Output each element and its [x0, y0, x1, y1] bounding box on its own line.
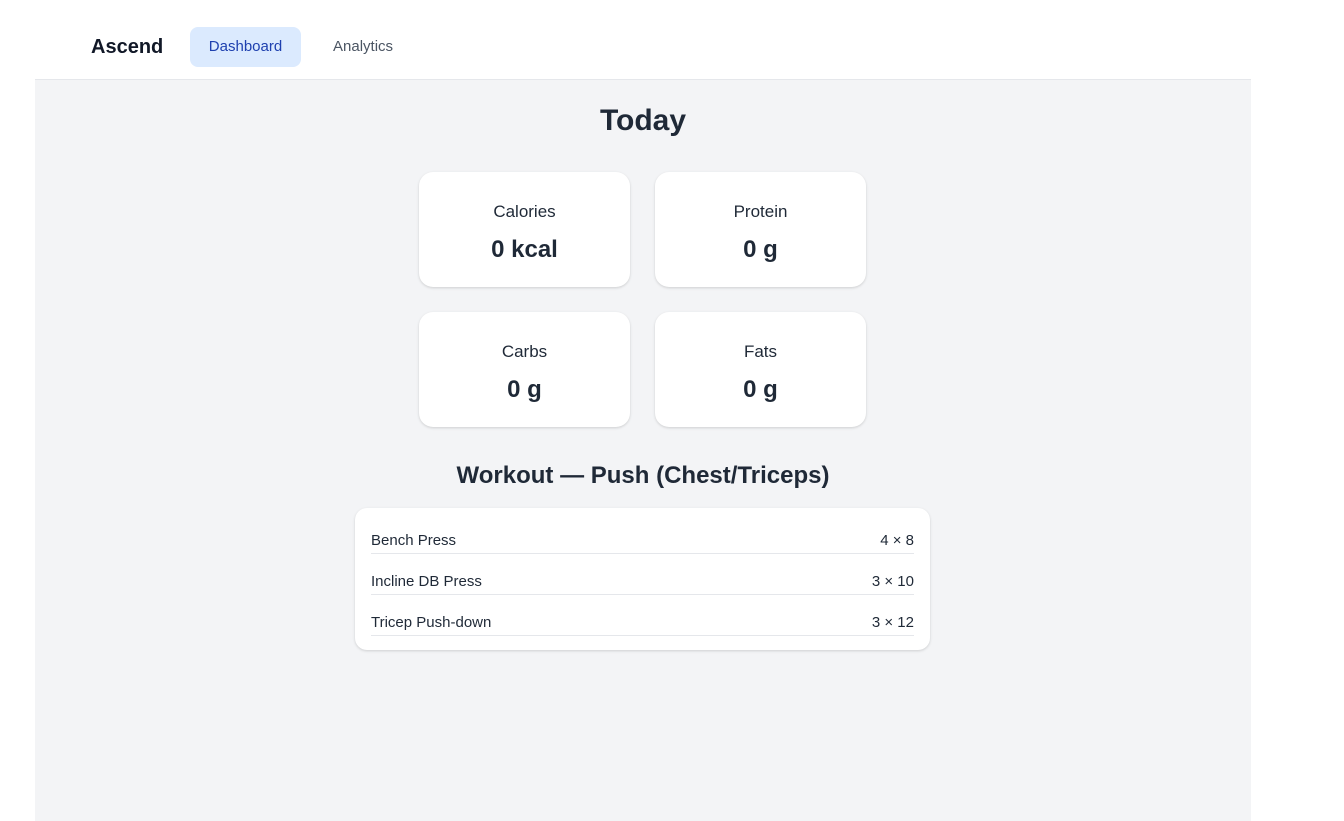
- list-item: Incline DB Press 3 × 10: [371, 554, 914, 595]
- exercise-sets: 4 × 8: [880, 532, 914, 549]
- app-shell: Ascend Dashboard Analytics Today Calorie…: [35, 0, 1251, 821]
- exercise-name: Incline DB Press: [371, 573, 482, 590]
- stat-value: 0 g: [743, 376, 778, 403]
- exercise-sets: 3 × 10: [871, 573, 914, 590]
- stat-card-protein: Protein 0 g: [655, 172, 866, 287]
- stat-value: 0 kcal: [491, 236, 558, 263]
- top-nav: Ascend Dashboard Analytics: [35, 0, 1251, 80]
- stat-label: Fats: [743, 342, 778, 361]
- stat-value: 0 g: [743, 236, 778, 263]
- exercise-name: Bench Press: [371, 532, 457, 549]
- list-item: Tricep Push-down 3 × 12: [371, 595, 914, 636]
- workout-title: Workout — Push (Chest/Triceps): [456, 462, 830, 489]
- list-item: Bench Press 4 × 8: [371, 513, 914, 554]
- stat-label: Protein: [733, 202, 788, 221]
- stat-value: 0 g: [507, 376, 542, 403]
- tab-dashboard[interactable]: Dashboard: [190, 27, 301, 67]
- stat-card-calories: Calories 0 kcal: [419, 172, 630, 287]
- brand-logo[interactable]: Ascend: [91, 36, 163, 59]
- exercise-name: Tricep Push-down: [371, 614, 492, 631]
- workout-list: Bench Press 4 × 8 Incline DB Press 3 × 1…: [355, 508, 930, 650]
- page-title: Today: [599, 104, 687, 137]
- tab-analytics[interactable]: Analytics: [317, 27, 409, 67]
- stat-card-fats: Fats 0 g: [655, 312, 866, 427]
- stat-label: Calories: [493, 202, 556, 221]
- exercise-sets: 3 × 12: [871, 614, 914, 631]
- stat-card-carbs: Carbs 0 g: [419, 312, 630, 427]
- stat-label: Carbs: [501, 342, 548, 361]
